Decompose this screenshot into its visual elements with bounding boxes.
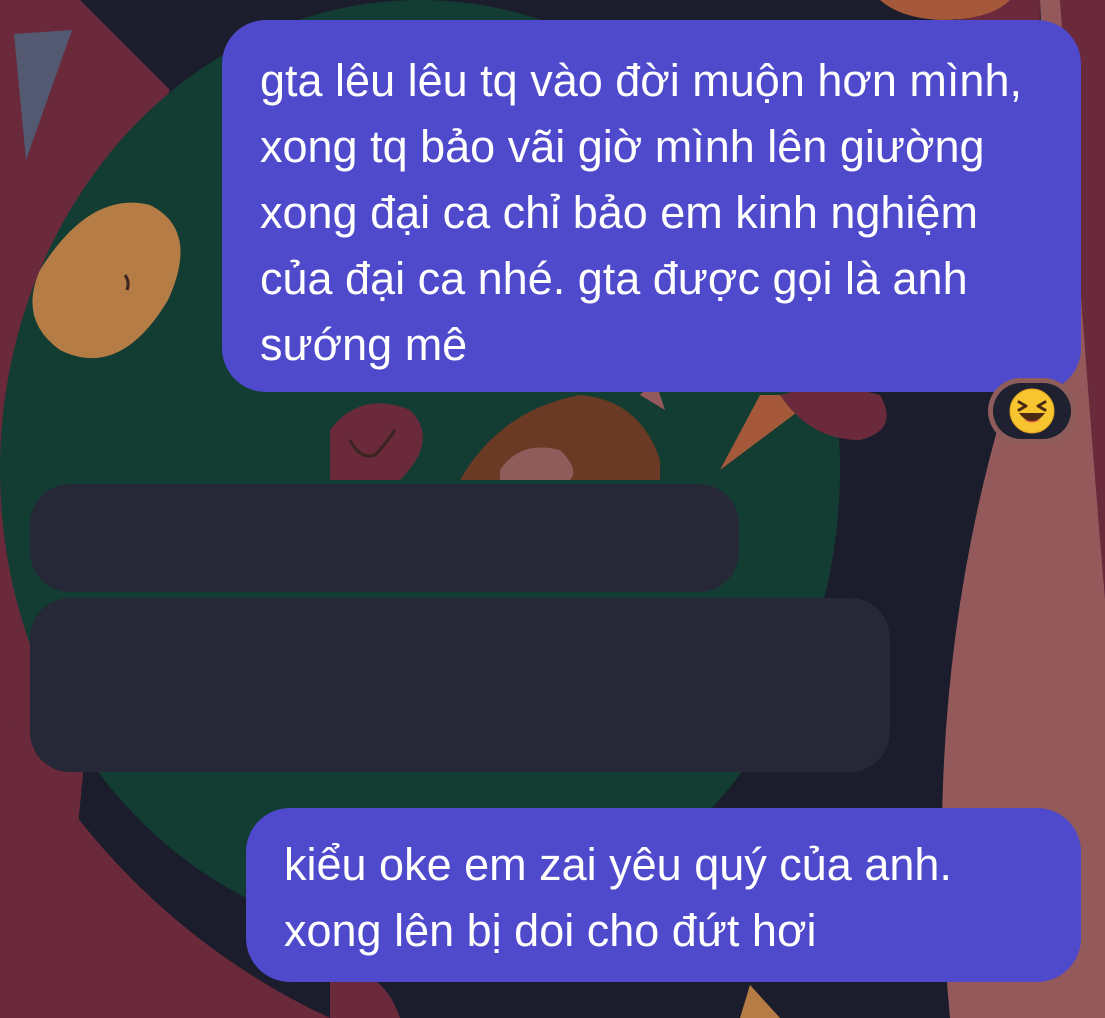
message-reaction[interactable] [988,378,1076,444]
reaction-pill [993,383,1071,439]
message-bubble-sent[interactable]: gta lêu lêu tq vào đời muộn hơn mình, xo… [222,20,1081,392]
message-bubble-received[interactable] [30,598,890,772]
laughing-squinting-face-emoji-icon [1009,388,1055,434]
message-text: gta lêu lêu tq vào đời muộn hơn mình, xo… [260,55,1022,370]
message-bubble-received[interactable] [30,484,739,592]
message-bubble-sent[interactable]: kiểu oke em zai yêu quý của anh. xong lê… [246,808,1081,982]
message-text: kiểu oke em zai yêu quý của anh. xong lê… [284,839,952,956]
